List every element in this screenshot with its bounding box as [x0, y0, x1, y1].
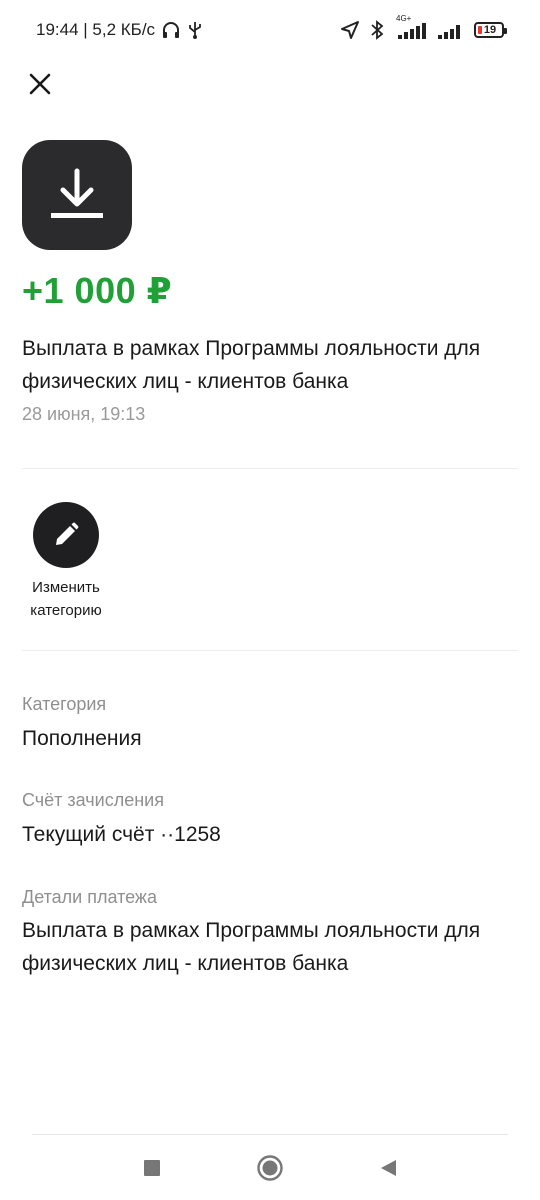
- back-button[interactable]: [368, 1148, 408, 1188]
- bluetooth-icon: [370, 20, 384, 40]
- battery-level: 19: [483, 24, 497, 36]
- category-value: Пополнения: [22, 727, 142, 750]
- close-icon: [29, 73, 51, 95]
- home-circle-icon: [257, 1155, 283, 1181]
- pencil-icon: [56, 522, 79, 545]
- back-triangle-icon: [381, 1160, 396, 1176]
- payment-details-label: Детали платежа: [22, 887, 157, 907]
- status-right: 4G+ 19: [340, 14, 507, 40]
- status-time-speed: 19:44 | 5,2 КБ/с: [36, 20, 156, 39]
- battery-low-indicator: [478, 26, 482, 34]
- status-bar: 19:44 | 5,2 КБ/с 4G+ 19: [0, 0, 540, 60]
- transaction-type-icon: [22, 140, 132, 250]
- signal-icon: [438, 20, 464, 40]
- battery-icon: 19: [474, 22, 507, 38]
- payment-details-value: Выплата в рамках Программы лояльности дл…: [22, 919, 481, 975]
- transaction-details-screen: 19:44 | 5,2 КБ/с 4G+ 19 +1 000 ₽ Выплата…: [0, 0, 540, 1200]
- home-button[interactable]: [250, 1148, 290, 1188]
- network-label: 4G+: [396, 14, 412, 23]
- account-value: Текущий счёт ··1258: [22, 823, 221, 846]
- location-icon: [340, 20, 360, 40]
- change-category-button[interactable]: Изменить категорию: [14, 502, 118, 622]
- close-button[interactable]: [20, 64, 60, 104]
- status-left: 19:44 | 5,2 КБ/с: [36, 20, 203, 40]
- recents-button[interactable]: [132, 1148, 172, 1188]
- transaction-description: Выплата в рамках Программы лояльности дл…: [22, 337, 481, 393]
- signal-icon: 4G+: [394, 14, 428, 40]
- change-category-label: Изменить категорию: [30, 579, 102, 619]
- transaction-date: 28 июня, 19:13: [22, 404, 146, 424]
- headphones-icon: [161, 20, 181, 40]
- divider: [22, 468, 518, 469]
- navigation-bar: [0, 1140, 540, 1196]
- account-label: Счёт зачисления: [22, 790, 164, 810]
- square-icon: [144, 1160, 160, 1176]
- change-category-circle: [33, 502, 99, 568]
- transaction-amount: +1 000 ₽: [22, 270, 173, 311]
- nav-divider: [32, 1134, 508, 1135]
- download-icon: [51, 168, 103, 218]
- divider: [22, 650, 518, 651]
- category-label: Категория: [22, 694, 107, 714]
- usb-icon: [187, 20, 203, 40]
